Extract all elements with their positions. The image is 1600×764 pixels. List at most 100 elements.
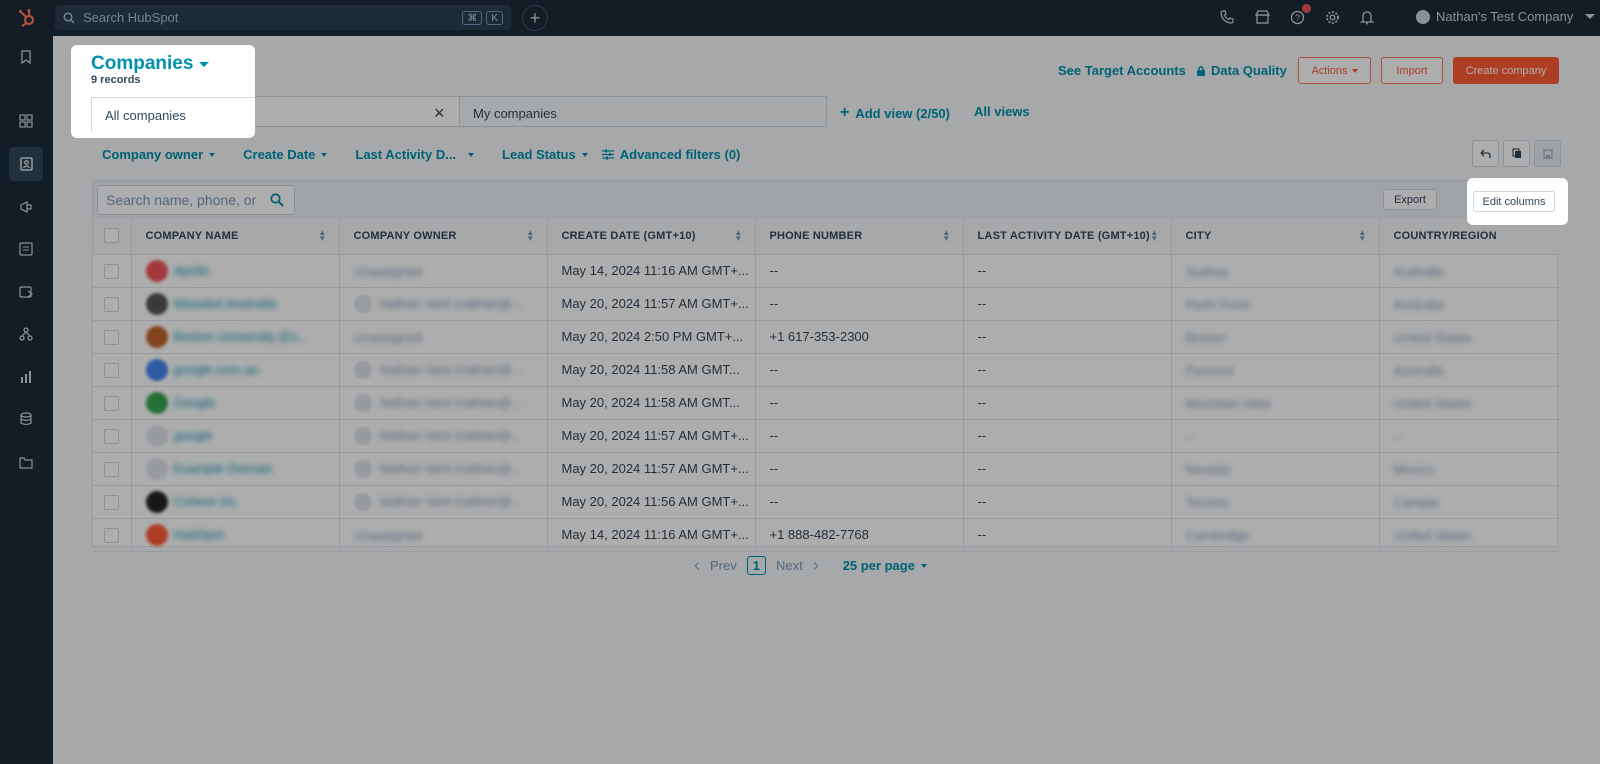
row-checkbox[interactable]: [104, 461, 119, 477]
quick-create-button[interactable]: +: [522, 5, 548, 31]
phone-icon[interactable]: [1218, 8, 1236, 26]
table-row[interactable]: Apollo Unassigned May 14, 2024 11:16 AM …: [93, 254, 1559, 288]
row-checkbox[interactable]: [104, 527, 119, 543]
sales-icon[interactable]: [9, 275, 43, 309]
company-name-link[interactable]: Example Domain: [174, 461, 273, 476]
phone-number-cell: --: [755, 287, 964, 321]
workspaces-grid-icon[interactable]: [9, 104, 43, 138]
sort-icon[interactable]: ▲ ▼: [526, 229, 534, 243]
current-page-button[interactable]: 1: [746, 556, 766, 575]
global-search-input[interactable]: Search HubSpot ⌘ K: [55, 5, 511, 30]
last-activity-filter[interactable]: Last Activity D...: [355, 147, 475, 162]
company-name-cell[interactable]: Cohere Inc: [131, 485, 340, 519]
row-checkbox[interactable]: [104, 494, 119, 510]
hubspot-logo-icon[interactable]: [0, 0, 54, 36]
library-folder-icon[interactable]: [9, 445, 43, 479]
view-tab-all-companies[interactable]: All companies: [91, 97, 255, 131]
table-row[interactable]: Cohere Inc Nathan Vant (nathan@... May 2…: [93, 485, 1559, 519]
company-name-link[interactable]: Maxalert Australia: [174, 296, 277, 311]
marketplace-icon[interactable]: [1253, 8, 1271, 26]
crm-contacts-icon[interactable]: [9, 147, 43, 181]
company-name-link[interactable]: Apollo: [174, 263, 210, 278]
row-checkbox[interactable]: [104, 362, 119, 378]
sort-icon[interactable]: ▲ ▼: [734, 229, 742, 243]
column-header[interactable]: COMPANY OWNER ▲ ▼: [339, 218, 548, 255]
table-row[interactable]: Google Nathan Vant (nathan@... May 20, 2…: [93, 386, 1559, 420]
row-select-cell: [93, 485, 132, 519]
search-icon[interactable]: [270, 193, 284, 207]
company-name-link[interactable]: Google: [174, 395, 216, 410]
all-views-link[interactable]: All views: [974, 104, 1030, 119]
company-name-cell[interactable]: google: [131, 419, 340, 453]
import-button[interactable]: Import: [1381, 57, 1443, 84]
column-header[interactable]: CITY ▲ ▼: [1171, 218, 1380, 255]
create-date-filter[interactable]: Create Date: [243, 147, 328, 162]
sort-icon[interactable]: ▲ ▼: [1358, 229, 1366, 243]
row-checkbox[interactable]: [104, 395, 119, 411]
create-company-button[interactable]: Create company: [1453, 57, 1559, 84]
table-row[interactable]: Boston University (Es... Unassigned May …: [93, 320, 1559, 354]
table-row[interactable]: HubSpot Unassigned May 14, 2024 11:16 AM…: [93, 518, 1559, 552]
sort-icon[interactable]: ▲ ▼: [1150, 229, 1158, 243]
actions-button[interactable]: Actions: [1298, 57, 1371, 84]
see-target-accounts-link[interactable]: See Target Accounts: [1058, 63, 1186, 78]
company-name-link[interactable]: google.com.au: [174, 362, 259, 377]
next-page-button[interactable]: Next: [776, 558, 803, 573]
table-row[interactable]: google Nathan Vant (nathan@... May 20, 2…: [93, 419, 1559, 453]
prev-page-button[interactable]: Prev: [710, 558, 737, 573]
company-name-cell[interactable]: Maxalert Australia: [131, 287, 340, 321]
reporting-chart-icon[interactable]: [9, 360, 43, 394]
company-name-link[interactable]: Boston University (Es...: [174, 329, 309, 344]
export-button[interactable]: Export: [1383, 189, 1437, 210]
settings-gear-icon[interactable]: [1323, 8, 1341, 26]
sort-icon[interactable]: ▲ ▼: [942, 229, 950, 243]
table-row[interactable]: Maxalert Australia Nathan Vant (nathan@.…: [93, 287, 1559, 321]
copy-icon[interactable]: [1503, 140, 1530, 167]
content-icon[interactable]: [9, 232, 43, 266]
account-menu[interactable]: Nathan's Test Company: [1416, 9, 1596, 24]
company-name-link[interactable]: Cohere Inc: [174, 494, 238, 509]
add-view-button[interactable]: + Add view (2/50): [840, 104, 950, 122]
company-logo-avatar: [145, 259, 168, 282]
automation-icon[interactable]: [9, 317, 43, 351]
help-icon[interactable]: ?: [1288, 4, 1311, 26]
data-quality-link[interactable]: Data Quality: [1196, 63, 1287, 78]
chevron-left-icon[interactable]: ‹: [694, 555, 700, 576]
row-checkbox[interactable]: [104, 263, 119, 279]
save-icon[interactable]: [1534, 140, 1561, 167]
company-name-link[interactable]: HubSpot: [174, 527, 225, 542]
company-name-cell[interactable]: Example Domain: [131, 452, 340, 486]
row-checkbox[interactable]: [104, 428, 119, 444]
per-page-select[interactable]: 25 per page: [843, 558, 927, 573]
sort-icon[interactable]: ▲ ▼: [318, 229, 326, 243]
data-management-database-icon[interactable]: [9, 402, 43, 436]
bookmark-icon[interactable]: [9, 40, 43, 74]
page-title[interactable]: Companies: [91, 53, 210, 75]
column-header[interactable]: CREATE DATE (GMT+10) ▲ ▼: [547, 218, 756, 255]
close-icon[interactable]: ×: [434, 103, 445, 124]
table-search-input[interactable]: Search name, phone, or: [97, 185, 295, 215]
edit-columns-button[interactable]: Edit columns: [1473, 191, 1555, 212]
marketing-megaphone-icon[interactable]: [9, 190, 43, 224]
table-row[interactable]: Example Domain Nathan Vant (nathan@... M…: [93, 452, 1559, 486]
company-name-link[interactable]: google: [174, 428, 213, 443]
advanced-filters-button[interactable]: Advanced filters (0): [601, 147, 740, 162]
row-checkbox[interactable]: [104, 329, 119, 345]
chevron-right-icon[interactable]: ›: [813, 555, 819, 576]
company-name-cell[interactable]: HubSpot: [131, 518, 340, 552]
view-tab-my-companies[interactable]: My companies: [459, 96, 827, 127]
undo-icon[interactable]: [1472, 140, 1499, 167]
column-header[interactable]: LAST ACTIVITY DATE (GMT+10) ▲ ▼: [963, 218, 1172, 255]
column-header[interactable]: PHONE NUMBER ▲ ▼: [755, 218, 964, 255]
column-header[interactable]: COMPANY NAME ▲ ▼: [131, 218, 340, 255]
company-name-cell[interactable]: Boston University (Es...: [131, 320, 340, 354]
lead-status-filter[interactable]: Lead Status: [502, 147, 588, 162]
row-checkbox[interactable]: [104, 296, 119, 312]
notifications-bell-icon[interactable]: [1358, 8, 1376, 26]
company-name-cell[interactable]: google.com.au: [131, 353, 340, 387]
company-name-cell[interactable]: Google: [131, 386, 340, 420]
select-all-checkbox[interactable]: [104, 228, 119, 244]
table-row[interactable]: google.com.au Nathan Vant (nathan@... Ma…: [93, 353, 1559, 387]
company-name-cell[interactable]: Apollo: [131, 254, 340, 288]
company-owner-filter[interactable]: Company owner: [102, 147, 216, 162]
